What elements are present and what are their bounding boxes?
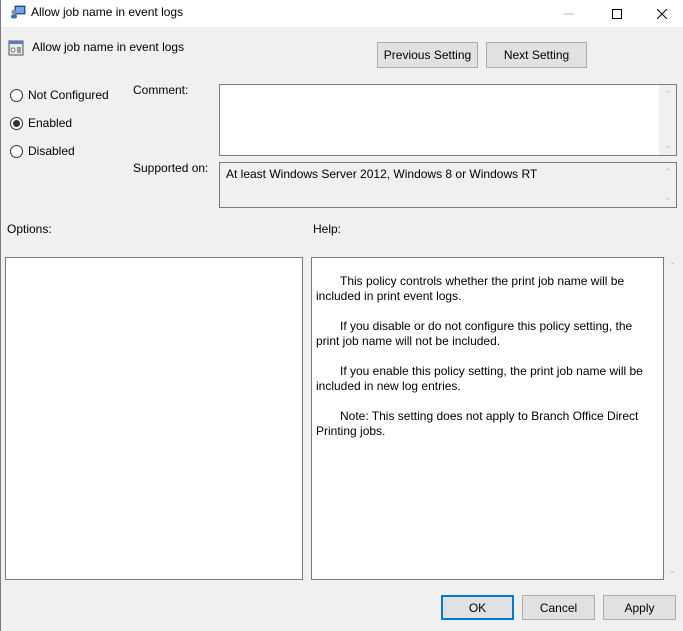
scroll-down-icon[interactable]: ⌄ [663, 141, 672, 150]
window-title: Allow job name in event logs [31, 5, 184, 19]
previous-setting-button[interactable]: Previous Setting [377, 42, 478, 68]
scroll-down-icon[interactable]: ⌄ [663, 193, 672, 202]
policy-setting-icon [8, 40, 24, 56]
radio-not-configured[interactable]: Not Configured [10, 88, 109, 102]
maximize-icon [612, 8, 622, 19]
group-policy-icon [11, 5, 26, 19]
scroll-up-icon[interactable]: ⌃ [668, 262, 677, 271]
options-panel [5, 257, 303, 580]
options-label: Options: [7, 222, 52, 236]
policy-dialog: Allow job name in event logs Allow job n… [0, 0, 683, 631]
maximize-button[interactable] [594, 0, 640, 27]
help-paragraph: If you disable or do not configure this … [316, 319, 633, 348]
next-setting-button[interactable]: Next Setting [486, 42, 587, 68]
scroll-down-icon[interactable]: ⌄ [668, 566, 677, 575]
ok-button[interactable]: OK [441, 595, 514, 620]
help-paragraph: If you enable this policy setting, the p… [316, 364, 643, 393]
help-label: Help: [313, 222, 342, 236]
help-paragraph: Note: This setting does not apply to Bra… [316, 409, 639, 438]
supported-on-value: At least Windows Server 2012, Windows 8 … [226, 167, 538, 181]
radio-label: Not Configured [28, 88, 109, 102]
scroll-up-icon[interactable]: ⌃ [663, 168, 672, 177]
radio-button[interactable] [10, 116, 23, 130]
help-panel: This policy controls whether the print j… [311, 257, 664, 580]
title-bar: Allow job name in event logs [1, 0, 683, 27]
radio-label: Disabled [28, 144, 75, 158]
radio-button[interactable] [10, 144, 23, 158]
apply-button[interactable]: Apply [603, 595, 676, 620]
radio-button[interactable] [10, 88, 23, 102]
close-button[interactable] [639, 0, 683, 27]
supported-on-label: Supported on: [133, 161, 209, 175]
policy-name: Allow job name in event logs [32, 40, 185, 54]
help-paragraph: This policy controls whether the print j… [316, 274, 625, 303]
radio-disabled[interactable]: Disabled [10, 144, 75, 158]
comment-label: Comment: [133, 83, 189, 97]
comment-input[interactable]: ⌃ ⌄ [219, 84, 677, 156]
radio-enabled[interactable]: Enabled [10, 116, 72, 130]
minimize-button[interactable] [546, 0, 592, 27]
scroll-up-icon[interactable]: ⌃ [663, 90, 672, 99]
cancel-button[interactable]: Cancel [522, 595, 595, 620]
supported-scrollbar[interactable]: ⌃ ⌄ [659, 163, 676, 207]
minimize-icon [564, 13, 574, 14]
comment-scrollbar[interactable]: ⌃ ⌄ [659, 85, 676, 155]
radio-label: Enabled [28, 116, 73, 130]
supported-on-field: At least Windows Server 2012, Windows 8 … [219, 162, 677, 208]
close-icon [657, 8, 667, 19]
help-scrollbar[interactable]: ⌃ ⌄ [664, 257, 681, 580]
help-text: This policy controls whether the print j… [316, 274, 656, 454]
